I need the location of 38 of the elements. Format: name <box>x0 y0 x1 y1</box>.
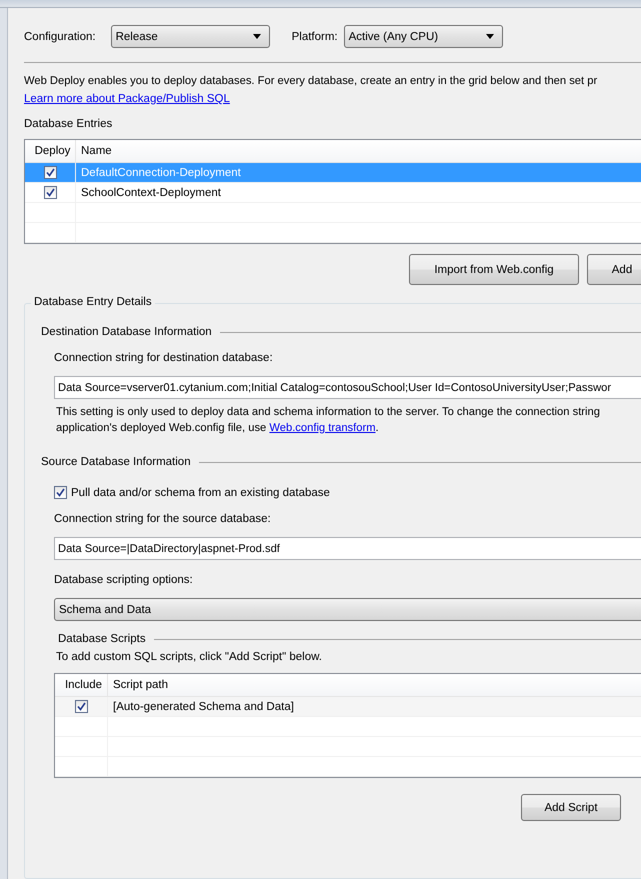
caret-icon <box>486 34 494 39</box>
deploy-checkbox[interactable] <box>44 166 56 179</box>
platform-dropdown[interactable]: Active (Any CPU) <box>344 25 503 48</box>
entry-name: DefaultConnection-Deployment <box>81 166 241 178</box>
column-header[interactable]: Include <box>55 674 108 696</box>
pull-checkbox[interactable] <box>54 486 67 499</box>
platform-label: Platform: <box>292 30 338 42</box>
web-config-transform-link[interactable]: Web.config transform <box>269 422 376 434</box>
field-label: Connection string for the source database: <box>54 513 272 525</box>
entry-name: SchoolContext-Deployment <box>81 186 221 198</box>
configuration-label: Configuration: <box>24 30 96 42</box>
database-entry-row[interactable]: SchoolContext-Deployment <box>25 183 641 203</box>
import-button[interactable]: Import from Web.config <box>409 254 579 285</box>
caret-icon <box>252 34 261 39</box>
configuration-dropdown[interactable]: Release <box>110 25 270 48</box>
field-label: Database scripting options: <box>54 574 194 586</box>
subsection-title: Destination Database Information <box>41 326 212 338</box>
destination-connection-field[interactable]: Data Source=vserver01.cytanium.com;Initial Catalog=contosouSchool;User Id=ContosoUniversityUser;Passwor <box>54 376 641 399</box>
scripting-options-dropdown[interactable]: Schema and Data <box>54 598 641 621</box>
info-text: This setting is only used to deploy data and schema information to the server. To change the connection string application's deployed Web.config file, use Web.config transform. <box>56 405 601 436</box>
column-header[interactable]: Name <box>76 140 641 162</box>
subsection-title: Source Database Information <box>41 456 191 468</box>
column-header[interactable]: Deploy <box>25 140 76 162</box>
source-connection-field[interactable]: Data Source=|DataDirectory|aspnet-Prod.sdf <box>54 537 641 560</box>
column-header[interactable]: Script path <box>108 674 641 696</box>
script-path: [Auto-generated Schema and Data] <box>113 700 294 712</box>
field-label: Connection string for destination database: <box>54 352 274 364</box>
section-title: Database Entries <box>24 118 114 130</box>
hint-text: To add custom SQL scripts, click "Add Script" below. <box>56 651 323 663</box>
checkbox-label: Pull data and/or schema from an existing database <box>71 486 330 498</box>
add-script-button[interactable]: Add Script <box>521 794 621 821</box>
subsection-title: Database Scripts <box>58 633 146 645</box>
learn-more-link[interactable]: Learn more about Package/Publish SQL <box>24 93 230 105</box>
add-button[interactable]: Add <box>587 254 641 285</box>
group-title: Database Entry Details <box>31 296 155 308</box>
include-checkbox[interactable] <box>74 700 88 713</box>
deploy-checkbox[interactable] <box>44 186 56 199</box>
description-text: Web Deploy enables you to deploy databases. For every database, create an entry in the grid below and then set pr <box>24 75 598 87</box>
